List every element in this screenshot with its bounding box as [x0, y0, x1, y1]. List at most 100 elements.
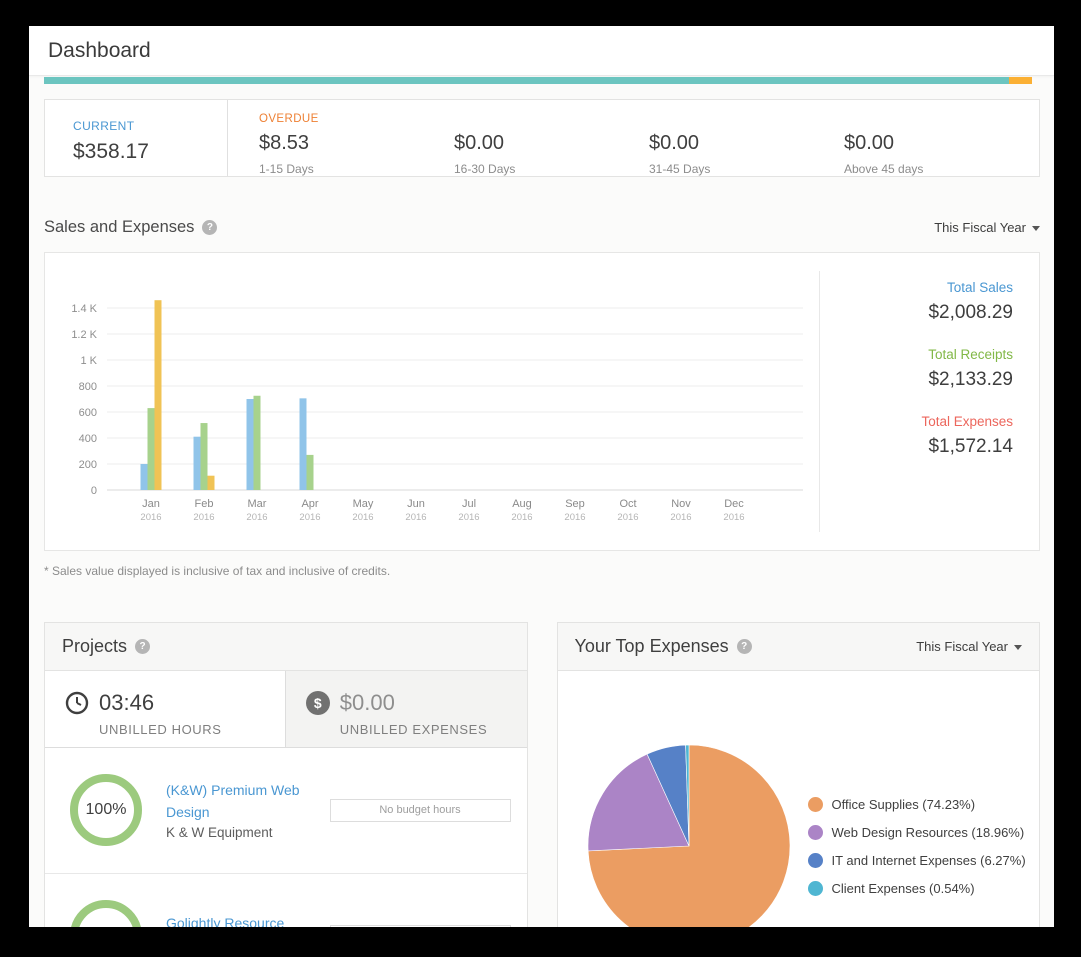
- svg-text:Apr: Apr: [301, 498, 318, 510]
- current-receivables: CURRENT $358.17: [45, 100, 228, 176]
- sales-expenses-header: Sales and Expenses ? This Fiscal Year: [44, 218, 1040, 237]
- top-expenses-title: Your Top Expenses: [575, 636, 729, 657]
- project-name-link[interactable]: (K&W) Premium Web Design: [166, 780, 318, 823]
- svg-text:2016: 2016: [723, 512, 744, 523]
- clock-icon: [65, 691, 89, 715]
- current-label: CURRENT: [73, 119, 227, 133]
- chart-totals: Total Sales $2,008.29 Total Receipts $2,…: [820, 253, 1039, 550]
- total-receipts-label: Total Receipts: [820, 347, 1013, 362]
- overdue-progress-segment: [1009, 77, 1032, 84]
- top-expenses-panel: Your Top Expenses ? This Fiscal Year Off…: [557, 622, 1041, 927]
- svg-text:0: 0: [91, 485, 97, 497]
- total-receipts-value: $2,133.29: [820, 369, 1013, 391]
- svg-text:Jun: Jun: [407, 498, 425, 510]
- project-name-link[interactable]: Golightly Resource Opportunity: [166, 913, 318, 927]
- chevron-down-icon: [1014, 645, 1022, 650]
- sales-expenses-title: Sales and Expenses: [44, 218, 194, 237]
- svg-text:2016: 2016: [140, 512, 161, 523]
- project-info: (K&W) Premium Web Design K & W Equipment: [166, 780, 318, 840]
- bucket-period: 31-45 Days: [649, 162, 844, 176]
- unbilled-expenses-value: $0.00: [340, 690, 395, 716]
- bucket-period: 1-15 Days: [259, 162, 454, 176]
- projects-title: Projects: [62, 636, 127, 657]
- help-icon[interactable]: ?: [202, 220, 217, 235]
- legend-dot-it-internet: [808, 853, 823, 868]
- svg-text:200: 200: [79, 459, 97, 471]
- tab-top: 03:46: [65, 690, 285, 716]
- svg-text:1.2 K: 1.2 K: [71, 329, 97, 341]
- help-icon[interactable]: ?: [135, 639, 150, 654]
- svg-text:2016: 2016: [617, 512, 638, 523]
- legend-dot-web-design: [808, 825, 823, 840]
- svg-text:Nov: Nov: [671, 498, 691, 510]
- bar-chart-svg: 02004006008001 K1.2 K1.4 KJan2016Feb2016…: [45, 253, 819, 550]
- overdue-label: OVERDUE: [259, 113, 1039, 125]
- bottom-panels: Projects ? 03:46 UNBILLED HO: [44, 622, 1040, 927]
- svg-text:Aug: Aug: [512, 498, 532, 510]
- legend-item: Client Expenses (0.54%): [808, 881, 1026, 896]
- pie-legend: Office Supplies (74.23%) Web Design Reso…: [808, 797, 1026, 909]
- total-sales-value: $2,008.29: [820, 302, 1013, 324]
- dollar-icon: $: [306, 691, 330, 715]
- total-sales: Total Sales $2,008.29: [820, 280, 1013, 324]
- bucket-period: 16-30 Days: [454, 162, 649, 176]
- svg-text:May: May: [353, 498, 374, 510]
- svg-text:Oct: Oct: [619, 498, 636, 510]
- page-header: Dashboard: [29, 26, 1054, 76]
- fiscal-year-label: This Fiscal Year: [934, 220, 1026, 235]
- fiscal-year-dropdown[interactable]: This Fiscal Year: [916, 639, 1022, 654]
- project-row-1: 100% (K&W) Premium Web Design K & W Equi…: [45, 748, 527, 874]
- svg-text:2016: 2016: [564, 512, 585, 523]
- svg-text:2016: 2016: [299, 512, 320, 523]
- bar-chart: 02004006008001 K1.2 K1.4 KJan2016Feb2016…: [45, 253, 819, 550]
- unbilled-expenses-label: UNBILLED EXPENSES: [340, 722, 527, 737]
- unbilled-hours-value: 03:46: [99, 690, 154, 716]
- receivables-card: CURRENT $358.17 OVERDUE $8.53 1-15 Days …: [44, 99, 1040, 177]
- page-title: Dashboard: [48, 39, 1035, 63]
- total-receipts: Total Receipts $2,133.29: [820, 347, 1013, 391]
- legend-label: Office Supplies (74.23%): [832, 797, 976, 812]
- budget-note-box: No budget hours: [330, 799, 511, 822]
- legend-item: Web Design Resources (18.96%): [808, 825, 1026, 840]
- svg-text:Dec: Dec: [724, 498, 744, 510]
- dashboard-page: Dashboard CURRENT $358.17 OVERDUE $8.53 …: [29, 26, 1054, 927]
- overdue-buckets: $8.53 1-15 Days $0.00 16-30 Days $0.00 3…: [259, 132, 1039, 176]
- project-row-2: 100% Golightly Resource Opportunity: [45, 874, 527, 927]
- svg-text:2016: 2016: [246, 512, 267, 523]
- svg-text:2016: 2016: [193, 512, 214, 523]
- bucket-amount: $0.00: [454, 132, 649, 155]
- svg-text:800: 800: [79, 381, 97, 393]
- total-sales-label: Total Sales: [820, 280, 1013, 295]
- svg-text:600: 600: [79, 407, 97, 419]
- projects-panel-header: Projects ?: [45, 623, 527, 671]
- project-progress-ring: 100%: [70, 900, 142, 927]
- svg-text:Sep: Sep: [565, 498, 585, 510]
- legend-label: Client Expenses (0.54%): [832, 881, 975, 896]
- current-progress-segment: [44, 77, 1009, 84]
- fiscal-year-label: This Fiscal Year: [916, 639, 1008, 654]
- svg-text:Mar: Mar: [248, 498, 267, 510]
- fiscal-year-dropdown[interactable]: This Fiscal Year: [934, 220, 1040, 235]
- svg-text:1 K: 1 K: [80, 355, 97, 367]
- budget-note-box: [330, 925, 511, 928]
- chevron-down-icon: [1032, 226, 1040, 231]
- overdue-bucket-2: $0.00 16-30 Days: [454, 132, 649, 176]
- svg-text:2016: 2016: [405, 512, 426, 523]
- sales-footnote: * Sales value displayed is inclusive of …: [44, 564, 1040, 578]
- overdue-receivables: OVERDUE $8.53 1-15 Days $0.00 16-30 Days…: [228, 100, 1039, 176]
- legend-label: IT and Internet Expenses (6.27%): [832, 853, 1026, 868]
- help-icon[interactable]: ?: [737, 639, 752, 654]
- projects-tabs: 03:46 UNBILLED HOURS $ $0.00 UNBILLED EX…: [45, 671, 527, 748]
- svg-text:2016: 2016: [352, 512, 373, 523]
- projects-panel: Projects ? 03:46 UNBILLED HO: [44, 622, 528, 927]
- top-expenses-header: Your Top Expenses ? This Fiscal Year: [558, 623, 1040, 671]
- current-amount: $358.17: [73, 140, 227, 164]
- total-expenses: Total Expenses $1,572.14: [820, 414, 1013, 458]
- tab-unbilled-expenses[interactable]: $ $0.00 UNBILLED EXPENSES: [286, 671, 527, 747]
- svg-text:1.4 K: 1.4 K: [71, 303, 97, 315]
- tab-unbilled-hours[interactable]: 03:46 UNBILLED HOURS: [45, 671, 286, 747]
- overdue-bucket-4: $0.00 Above 45 days: [844, 132, 1039, 176]
- project-info: Golightly Resource Opportunity: [166, 913, 318, 927]
- project-client: K & W Equipment: [166, 825, 318, 840]
- receivables-progress-bar: [44, 77, 1032, 84]
